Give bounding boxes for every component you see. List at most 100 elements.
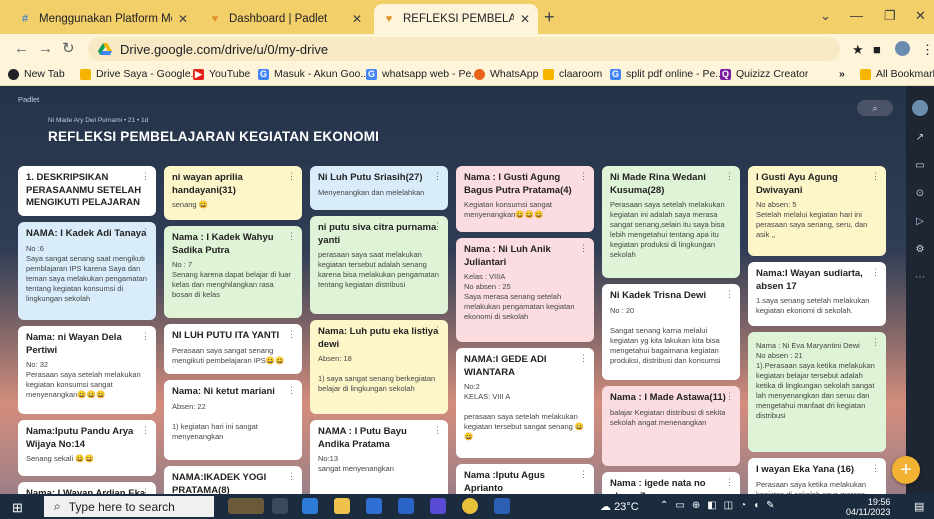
bookmark-split-pdf[interactable]: Gsplit pdf online - Pe... <box>610 68 724 80</box>
back-icon[interactable]: ← <box>14 40 29 58</box>
post-menu-icon[interactable]: ⋮ <box>725 391 734 402</box>
post-card[interactable]: ⋮ NAMA:IKADEK YOGI PRATAMA(8) <box>164 466 302 494</box>
url-input[interactable]: Drive.google.com/drive/u/0/my-drive <box>88 37 840 61</box>
share-icon[interactable]: ↗ <box>912 130 928 146</box>
post-card[interactable]: ⋮ Nama: Ni ketut mariani Absen: 22 1) kegi… <box>164 380 302 460</box>
notifications-icon[interactable]: ▤ <box>914 500 924 513</box>
post-menu-icon[interactable]: ⋮ <box>871 267 880 278</box>
play-icon[interactable]: ▷ <box>912 214 928 230</box>
post-menu-icon[interactable]: ⋮ <box>725 289 734 300</box>
settings-gear-icon[interactable]: ⚙ <box>912 242 928 258</box>
close-tab-icon[interactable]: ✕ <box>520 12 530 26</box>
windows-start-icon[interactable]: ⊞ <box>12 500 23 516</box>
post-menu-icon[interactable]: ⋮ <box>579 353 588 364</box>
forward-icon[interactable]: → <box>38 40 53 58</box>
post-card[interactable]: ⋮ Ni Luh Putu Sriasih(27) Menyenangkan dan… <box>310 166 448 210</box>
post-card[interactable]: ⋮ Nama : I Gusti Agung Bagus Putra Pratam… <box>456 166 594 232</box>
bookmark-star-icon[interactable]: ★ <box>852 42 864 58</box>
post-card[interactable]: ⋮ Nama:I Wayan sudiarta, absen 17 1.saya s… <box>748 262 886 326</box>
taskbar-search-input[interactable]: ⌕ Type here to search <box>44 496 214 517</box>
system-tray-icons[interactable]: ⌃▭⊕◧◫◔◖✎ <box>660 500 782 511</box>
more-options-icon[interactable]: ⋯ <box>912 270 928 286</box>
post-menu-icon[interactable]: ⋮ <box>433 221 442 232</box>
bookmark-whatsapp[interactable]: WhatsApp <box>474 68 538 80</box>
post-card[interactable]: ⋮ Nama: Luh putu eka listiya dewi Absen: 1… <box>310 320 448 414</box>
post-menu-icon[interactable]: ⋮ <box>287 329 296 340</box>
post-card[interactable]: ⋮ NAMA:I GEDE ADI WIANTARA No:2 KELAS: VII… <box>456 348 594 458</box>
tab-dashboard-padlet[interactable]: ♥ Dashboard | Padlet ✕ <box>200 4 370 34</box>
bookmark-quizizz[interactable]: Q Quizizz Creator <box>720 68 808 80</box>
close-tab-icon[interactable]: ✕ <box>178 12 188 26</box>
store-icon[interactable] <box>366 498 382 514</box>
close-window-icon[interactable]: ✕ <box>915 8 926 24</box>
post-menu-icon[interactable]: ⋮ <box>287 171 296 182</box>
post-card[interactable]: ⋮ Nama :Iputu Agus Aprianto <box>456 464 594 494</box>
edge-icon[interactable] <box>302 498 318 514</box>
file-explorer-icon[interactable] <box>334 498 350 514</box>
post-menu-icon[interactable]: ⋮ <box>433 425 442 436</box>
post-card[interactable]: ⋮ NAMA : I Putu Bayu Andika Pratama No:13 … <box>310 420 448 494</box>
post-card[interactable]: ⋮ Ni Made Rina Wedani Kusuma(28) Perasaan … <box>602 166 740 278</box>
post-card[interactable]: ⋮ ni wayan aprilia handayani(31) senang 😀 <box>164 166 302 220</box>
bookmarks-overflow-icon[interactable]: » <box>839 68 845 80</box>
post-card[interactable]: ⋮ Nama:Iputu Pandu Arya Wijaya No:14 Senan… <box>18 420 156 476</box>
slideshow-icon[interactable]: ▭ <box>912 158 928 174</box>
task-view-icon[interactable] <box>272 498 288 514</box>
post-menu-icon[interactable]: ⋮ <box>287 231 296 242</box>
bookmark-new-tab[interactable]: New Tab <box>8 68 65 80</box>
mail-icon[interactable] <box>398 498 414 514</box>
bookmark-youtube[interactable]: ▶ YouTube <box>193 68 250 80</box>
post-menu-icon[interactable]: ⋮ <box>725 477 734 488</box>
post-card[interactable]: ⋮ Nama: ni Wayan Dela Pertiwi No: 32 Peras… <box>18 326 156 414</box>
post-menu-icon[interactable]: ⋮ <box>141 331 150 342</box>
post-menu-icon[interactable]: ⋮ <box>579 171 588 182</box>
post-card[interactable]: ⋮ 1. DESKRIPSIKAN PERASAANMU SETELAH MENG… <box>18 166 156 216</box>
bookmark-whatsapp-web[interactable]: Gwhatsapp web - Pe... <box>366 68 480 80</box>
sidebar-icon[interactable]: ■ <box>873 42 881 57</box>
post-card[interactable]: ⋮ NAMA: I Kadek Adi Tanaya No :6 Saya sang… <box>18 222 156 320</box>
post-menu-icon[interactable]: ⋮ <box>141 171 150 182</box>
add-post-button[interactable]: + <box>892 456 920 484</box>
post-menu-icon[interactable]: ⋮ <box>579 469 588 480</box>
post-card[interactable]: ⋮ Nama : Ni Luh Anik Juliantari Kelas : VI… <box>456 238 594 342</box>
taskbar-clock[interactable]: 19:56 04/11/2023 <box>846 497 890 517</box>
profile-avatar[interactable] <box>895 41 910 56</box>
post-card[interactable]: ⋮ Nama : I Kadek Wahyu Sadika Putra No : 7… <box>164 226 302 318</box>
remake-icon[interactable]: ⊙ <box>912 186 928 202</box>
post-menu-icon[interactable]: ⋮ <box>871 171 880 182</box>
menu-kebab-icon[interactable]: ⋮ <box>921 42 934 58</box>
tab-platform-merdeka[interactable]: # Menggunakan Platform Merdek ✕ <box>10 4 196 34</box>
post-menu-icon[interactable]: ⋮ <box>141 425 150 436</box>
post-card[interactable]: ⋮ Nama : I Made Astawa(11) balajar Kegiata… <box>602 386 740 466</box>
close-tab-icon[interactable]: ✕ <box>352 12 362 26</box>
post-menu-icon[interactable]: ⋮ <box>871 337 880 348</box>
post-card[interactable]: ⋮ Nama : Ni Eva Maryantini Dewi No absen … <box>748 332 886 452</box>
word-icon[interactable] <box>494 498 510 514</box>
maximize-icon[interactable]: ❐ <box>884 8 896 24</box>
app-icon[interactable] <box>430 498 446 514</box>
post-card[interactable]: ⋮ I wayan Eka Yana (16) Perasaan saya keti… <box>748 458 886 494</box>
post-menu-icon[interactable]: ⋮ <box>579 243 588 254</box>
bookmark-drive[interactable]: Drive Saya - Google... <box>80 68 199 80</box>
post-menu-icon[interactable]: ⋮ <box>287 385 296 396</box>
post-menu-icon[interactable]: ⋮ <box>287 471 296 482</box>
post-card[interactable]: ⋮ ni putu siva citra purnama yanti perasaa… <box>310 216 448 314</box>
all-bookmarks[interactable]: All Bookmarks <box>860 68 934 80</box>
post-menu-icon[interactable]: ⋮ <box>433 325 442 336</box>
new-tab-button[interactable]: + <box>544 8 555 26</box>
user-avatar[interactable] <box>912 100 928 116</box>
post-card[interactable]: ⋮ Nama: I Wayan Ardian Eka <box>18 482 156 494</box>
minimize-icon[interactable]: — <box>850 8 863 23</box>
board-search-button[interactable]: ⌕ <box>857 100 893 116</box>
post-card[interactable]: ⋮ Nama : igede nata no absen 7 <box>602 472 740 494</box>
bookmark-classroom[interactable]: claaroom <box>543 68 602 80</box>
tab-refleksi[interactable]: ♥ REFLEKSI PEMBELAJARAN KEGI/ ✕ <box>374 4 538 34</box>
bookmark-akun-google[interactable]: G Masuk - Akun Goo... <box>258 68 369 80</box>
post-menu-icon[interactable]: ⋮ <box>433 171 442 182</box>
chrome-icon[interactable] <box>462 498 478 514</box>
post-menu-icon[interactable]: ⋮ <box>141 487 150 494</box>
weather-widget[interactable]: ☁ 23°C <box>600 500 639 513</box>
post-menu-icon[interactable]: ⋮ <box>725 171 734 182</box>
reload-icon[interactable]: ↻ <box>62 40 75 58</box>
post-card[interactable]: ⋮ Ni Kadek Trisna Dewi No : 20 Sangat sena… <box>602 284 740 380</box>
